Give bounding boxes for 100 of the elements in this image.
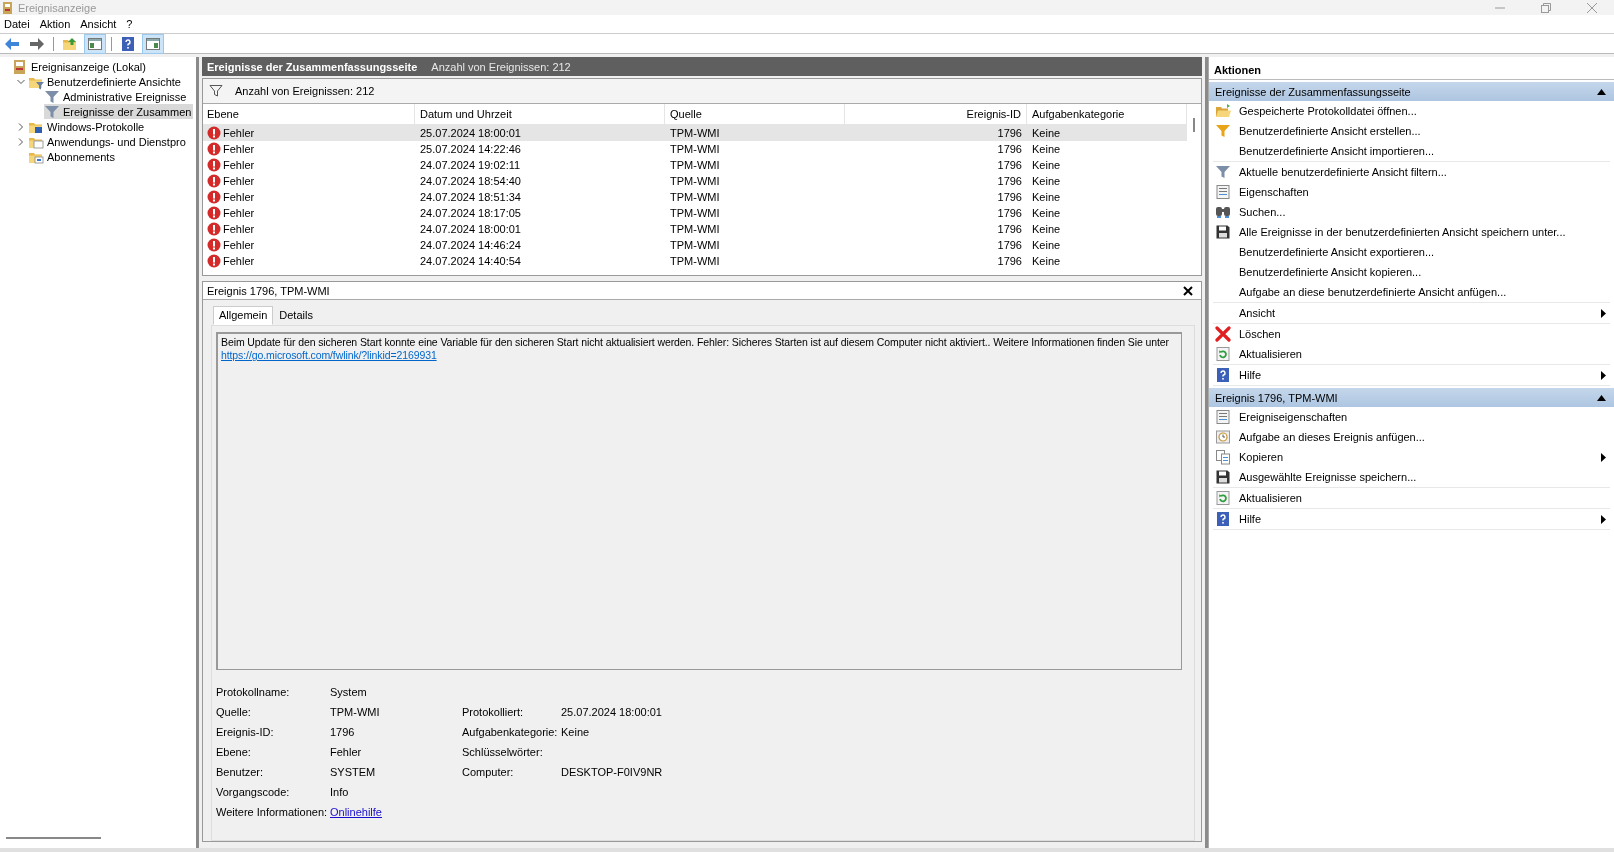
action-link[interactable]: Eigenschaften <box>1213 182 1610 202</box>
action-link[interactable]: Hilfe <box>1213 365 1610 385</box>
action-link[interactable]: Kopieren <box>1213 447 1610 467</box>
table-cell-text: Keine <box>1031 175 1062 187</box>
section-header[interactable]: Ereignis 1796, TPM-WMI <box>1209 388 1614 407</box>
chevron-icon[interactable] <box>16 136 26 147</box>
error-icon <box>207 174 221 188</box>
table-cell-text: 1796 <box>996 127 1023 139</box>
panel-icon[interactable] <box>142 33 164 54</box>
field-label: Ebene: <box>216 746 252 758</box>
menu-item[interactable]: Aktion <box>35 18 77 30</box>
section-header[interactable]: Ereignisse der Zusammenfassungsseite <box>1209 82 1614 101</box>
table-cell-text: 24.07.2024 18:51:34 <box>419 191 522 203</box>
tree-item[interactable]: Ereignisse der Zusammen <box>44 104 194 119</box>
table-cell: Fehler <box>223 223 255 235</box>
action-link[interactable]: Hilfe <box>1213 509 1610 529</box>
delete-icon <box>1215 326 1231 342</box>
filter-icon <box>44 103 60 120</box>
column-header[interactable]: Ebene <box>203 104 415 124</box>
table-cell-text: Keine <box>1031 207 1062 219</box>
action-link[interactable]: Alle Ereignisse in der benutzerdefinierten Ansicht speichern unter... <box>1213 222 1610 242</box>
action-link[interactable]: Benutzerdefinierte Ansicht exportieren... <box>1213 242 1610 262</box>
table-cell-text: 24.07.2024 18:54:40 <box>419 175 522 187</box>
action-link[interactable]: Ausgewählte Ereignisse speichern... <box>1213 467 1610 487</box>
restore-icon[interactable] <box>1540 1 1552 14</box>
table-cell-text: 24.07.2024 19:02:11 <box>419 159 522 171</box>
action-link[interactable]: Aktualisieren <box>1213 488 1610 508</box>
column-header[interactable]: Datum und Uhrzeit <box>415 104 665 124</box>
table-row[interactable]: Fehler 24.07.2024 18:17:05 TPM-WMI 1796 Keine <box>203 205 1187 221</box>
action-link[interactable]: Gespeicherte Protokolldatei öffnen... <box>1213 101 1610 121</box>
panel-icon[interactable] <box>84 33 106 54</box>
table-row[interactable]: Fehler 24.07.2024 14:40:54 TPM-WMI 1796 Keine <box>203 253 1187 269</box>
collapse-icon[interactable] <box>1597 88 1606 95</box>
table-row[interactable]: Fehler 24.07.2024 18:00:01 TPM-WMI 1796 Keine <box>203 221 1187 237</box>
table-row[interactable]: Fehler 24.07.2024 19:02:11 TPM-WMI 1796 Keine <box>203 157 1187 173</box>
table-cell-text: 1796 <box>996 159 1023 171</box>
action-link[interactable]: Aktuelle benutzerdefinierte Ansicht filtern... <box>1213 162 1610 182</box>
filter-summary: Anzahl von Ereignissen: 212 <box>235 85 375 97</box>
tree-item[interactable]: Windows-Protokolle <box>28 119 147 134</box>
action-link[interactable]: Ansicht <box>1213 303 1610 323</box>
action-link[interactable]: Löschen <box>1213 324 1610 344</box>
table-row[interactable]: Fehler 24.07.2024 18:51:34 TPM-WMI 1796 Keine <box>203 189 1187 205</box>
action-link[interactable]: Benutzerdefinierte Ansicht kopieren... <box>1213 262 1610 282</box>
table-cell-text: 24.07.2024 18:17:05 <box>419 207 522 219</box>
help-link[interactable]: Onlinehilfe <box>330 806 382 818</box>
table-cell-text: 24.07.2024 14:46:24 <box>419 239 522 251</box>
field-value: Fehler <box>330 746 363 758</box>
tree-item[interactable]: Anwendungs- und Dienstpro <box>28 134 188 149</box>
action-link[interactable]: Suchen... <box>1213 202 1610 222</box>
binoculars-icon <box>1215 204 1231 220</box>
tab[interactable]: Details <box>273 306 319 325</box>
menu-item[interactable]: ? <box>122 18 139 30</box>
help-icon <box>1215 511 1231 527</box>
table-row[interactable]: Fehler 24.07.2024 18:54:40 TPM-WMI 1796 Keine <box>203 173 1187 189</box>
column-header[interactable]: Quelle <box>665 104 845 124</box>
tree-item[interactable]: Abonnements <box>28 149 117 164</box>
action-link[interactable]: Ereigniseigenschaften <box>1213 407 1610 427</box>
event-link[interactable]: https://go.microsoft.com/fwlink/?linkid=2169931 <box>221 349 437 361</box>
action-link[interactable]: Benutzerdefinierte Ansicht erstellen... <box>1213 121 1610 141</box>
column-header[interactable]: Ereignis-ID <box>845 104 1027 124</box>
table-cell-text: 1796 <box>996 143 1023 155</box>
action-link[interactable]: Aktualisieren <box>1213 344 1610 364</box>
action-link[interactable]: Aufgabe an diese benutzerdefinierte Ansicht anfügen... <box>1213 282 1610 302</box>
refresh-icon <box>1215 490 1231 506</box>
error-icon <box>207 126 221 140</box>
collapse-icon[interactable] <box>1597 394 1606 401</box>
tree-item[interactable]: Ereignisanzeige (Lokal) <box>12 59 148 74</box>
action-link[interactable]: Aufgabe an dieses Ereignis anfügen... <box>1213 427 1610 447</box>
table-cell-text: Keine <box>1031 255 1062 267</box>
menu-item[interactable]: Datei <box>0 18 36 30</box>
tab[interactable]: Allgemein <box>213 306 274 325</box>
table-cell-text: TPM-WMI <box>669 239 721 251</box>
field-value: System <box>330 686 368 698</box>
field-value: TPM-WMI <box>330 706 381 718</box>
table-cell-text: Keine <box>1031 239 1062 251</box>
table-row[interactable]: Fehler 25.07.2024 18:00:01 TPM-WMI 1796 Keine <box>203 125 1187 141</box>
column-header[interactable]: Aufgabenkategorie <box>1027 104 1187 124</box>
refresh-icon <box>1215 346 1231 362</box>
menu-item[interactable]: Ansicht <box>76 18 123 30</box>
table-row[interactable]: Fehler 25.07.2024 14:22:46 TPM-WMI 1796 Keine <box>203 141 1187 157</box>
table-cell: Fehler <box>223 191 255 203</box>
field-label: Quelle: <box>216 706 252 718</box>
table-cell-text: Keine <box>1031 223 1062 235</box>
properties-icon <box>1215 409 1231 425</box>
error-icon <box>207 206 221 220</box>
event-count: Anzahl von Ereignissen: 212 <box>431 60 571 73</box>
field-value: Info <box>330 786 350 798</box>
table-cell-text: TPM-WMI <box>669 159 721 171</box>
table-cell-text: TPM-WMI <box>669 207 721 219</box>
table-row[interactable]: Fehler 24.07.2024 14:46:24 TPM-WMI 1796 Keine <box>203 237 1187 253</box>
table-cell-text: Keine <box>1031 159 1062 171</box>
tree-item[interactable]: Benutzerdefinierte Ansichte <box>28 74 183 89</box>
table-cell-text: 1796 <box>996 175 1023 187</box>
field-label: Protokollname: <box>216 686 291 698</box>
table-cell-text: TPM-WMI <box>669 223 721 235</box>
close-icon[interactable] <box>1183 285 1193 296</box>
action-link[interactable]: Benutzerdefinierte Ansicht importieren... <box>1213 141 1610 161</box>
event-description: Beim Update für den sicheren Start konnte eine Variable für den sicheren Start nicht aktualisiert werden. Fehler: Sicheres Starten ist auf diesem Computer nicht aktiviert.. Weitere Informationen finden Sie unter https://go.microsoft.com/fwlink/?linkid=2169931 <box>221 336 1170 362</box>
tree-item[interactable]: Administrative Ereignisse <box>44 89 189 104</box>
chevron-icon[interactable] <box>16 121 26 132</box>
